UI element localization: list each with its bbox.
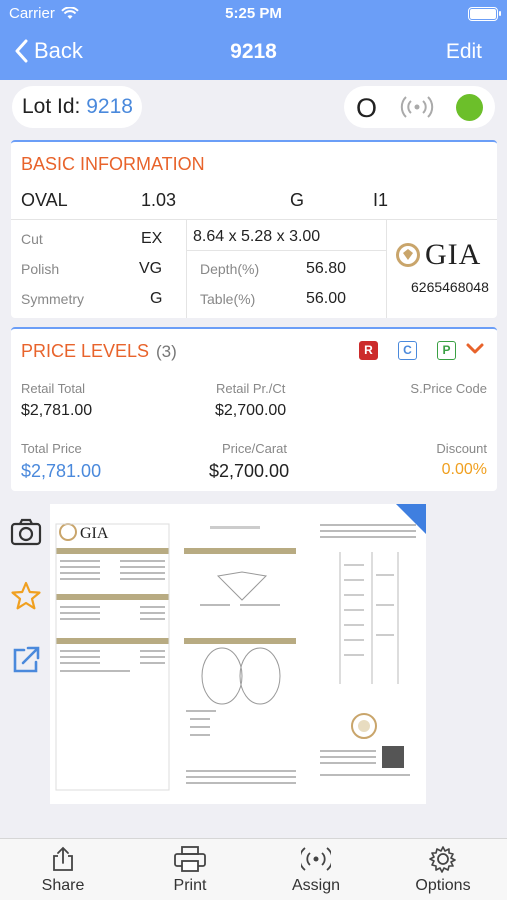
- table-value: 56.00: [306, 290, 347, 307]
- total-price-value: $2,781.00: [21, 461, 102, 481]
- retail-total-label: Retail Total: [21, 381, 86, 396]
- certificate-image: GIA: [55, 523, 416, 791]
- corner-flag-icon: [396, 504, 426, 534]
- price-badge[interactable]: P: [437, 341, 456, 360]
- price-carat-label: Price/Carat: [222, 441, 288, 456]
- page-title: 9218: [230, 40, 277, 63]
- price-levels-card: PRICE LEVELS (3) R C P Retail Total $2,7…: [11, 327, 497, 491]
- battery-icon: [468, 7, 501, 21]
- tab-share[interactable]: Share: [13, 845, 113, 895]
- tab-share-label: Share: [41, 877, 85, 894]
- chevron-down-icon[interactable]: [465, 339, 485, 359]
- lab-name: GIA: [425, 238, 482, 271]
- measurements-value: 8.64 x 5.28 x 3.00: [193, 228, 321, 245]
- printer-icon: [174, 846, 206, 872]
- navigation-bar: Back 9218 Edit: [0, 30, 507, 74]
- edit-button[interactable]: Edit: [446, 40, 482, 64]
- discount-value: 0.00%: [441, 461, 487, 478]
- shape-value: OVAL: [21, 190, 68, 210]
- tab-print[interactable]: Print: [140, 845, 240, 895]
- retail-pr-ct-value: $2,700.00: [215, 402, 287, 419]
- svg-text:GIA: GIA: [80, 525, 109, 542]
- basic-info-title: BASIC INFORMATION: [21, 154, 205, 174]
- gear-icon: [429, 846, 456, 873]
- retail-total-value: $2,781.00: [21, 402, 93, 419]
- bottom-tab-bar: Share Print Assign Options: [0, 838, 507, 900]
- polish-value: VG: [139, 260, 163, 277]
- lot-id-label: Lot Id:: [22, 95, 81, 118]
- symmetry-value: G: [150, 290, 163, 307]
- symmetry-label: Symmetry: [21, 291, 84, 307]
- s-price-code-label: S.Price Code: [410, 381, 487, 396]
- lot-id-pill: Lot Id: 9218: [12, 86, 142, 128]
- basic-information-card: BASIC INFORMATION OVAL 1.03 G I1 Cut EX …: [11, 140, 497, 318]
- color-value: G: [290, 190, 305, 210]
- rfid-icon[interactable]: [400, 94, 434, 120]
- divider: [186, 250, 386, 251]
- rfid-icon: [301, 847, 331, 871]
- external-link-icon[interactable]: [10, 644, 42, 676]
- cut-label: Cut: [21, 231, 43, 247]
- total-price-label: Total Price: [21, 441, 82, 456]
- price-carat-value: $2,700.00: [209, 461, 290, 481]
- polish-label: Polish: [21, 261, 60, 277]
- discount-label: Discount: [436, 441, 487, 456]
- status-letter: O: [356, 93, 378, 123]
- share-icon: [53, 846, 73, 871]
- tab-assign-label: Assign: [291, 877, 341, 894]
- retail-pr-ct-label: Retail Pr./Ct: [216, 381, 286, 396]
- cert-number[interactable]: 6265468048: [411, 279, 489, 295]
- divider: [386, 219, 387, 318]
- status-pill: O: [344, 86, 495, 128]
- tab-print-label: Print: [173, 877, 207, 894]
- lot-id-value: 9218: [86, 95, 133, 118]
- tab-options[interactable]: Options: [393, 845, 493, 895]
- price-levels-title: PRICE LEVELS: [21, 341, 150, 361]
- divider: [11, 219, 497, 220]
- gia-seal-icon: [396, 243, 420, 267]
- gia-logo: GIA: [395, 238, 481, 272]
- clarity-value: I1: [373, 190, 389, 210]
- table-label: Table(%): [200, 291, 256, 307]
- certificate-preview[interactable]: GIA: [50, 504, 426, 804]
- tab-options-label: Options: [415, 877, 471, 894]
- status-bar: Carrier 5:25 PM: [0, 5, 507, 25]
- tab-assign[interactable]: Assign: [266, 845, 366, 895]
- retail-badge[interactable]: R: [359, 341, 378, 360]
- camera-icon[interactable]: [10, 516, 42, 548]
- status-dot: [456, 94, 483, 121]
- status-time: 5:25 PM: [225, 5, 282, 22]
- price-levels-count: (3): [156, 342, 177, 361]
- cost-badge[interactable]: C: [398, 341, 417, 360]
- divider: [186, 219, 187, 318]
- depth-value: 56.80: [306, 260, 347, 277]
- cut-value: EX: [141, 230, 163, 247]
- depth-label: Depth(%): [200, 261, 260, 277]
- star-icon[interactable]: [10, 580, 42, 612]
- top-bar: Carrier 5:25 PM Back 9218 Edit: [0, 0, 507, 80]
- carat-value: 1.03: [141, 190, 177, 210]
